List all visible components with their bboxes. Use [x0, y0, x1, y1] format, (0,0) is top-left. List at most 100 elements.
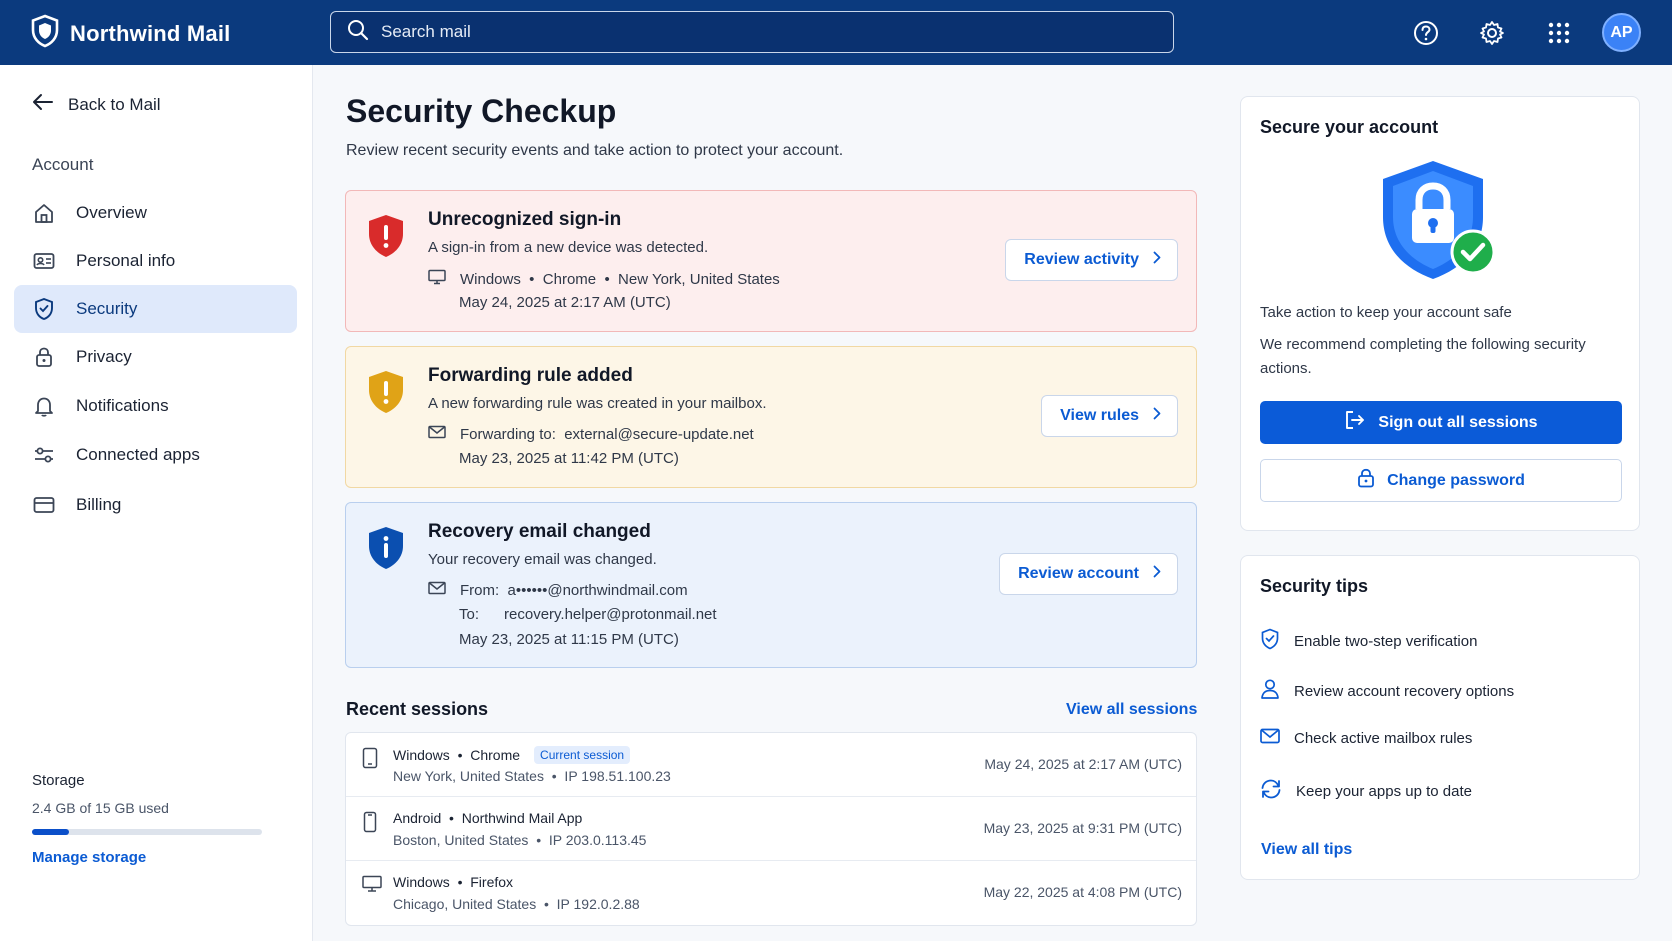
storage-progress-bar — [32, 829, 262, 835]
sidebar-item-personal-info[interactable]: Personal info — [14, 237, 297, 285]
event-detail-text: Windows • Chrome • New York, United Stat… — [460, 270, 780, 288]
button-label: Change password — [1387, 471, 1525, 489]
tip-label: Enable two-step verification — [1294, 632, 1478, 650]
session-location: Boston, United States • IP 203.0.113.45 — [393, 832, 647, 848]
sidebar-item-overview[interactable]: Overview — [14, 189, 297, 237]
storage-title: Storage — [32, 772, 85, 789]
event-from-text: From: a••••••@northwindmail.com — [460, 581, 688, 599]
tip-mailbox-rules[interactable]: Check active mailbox rules — [1260, 728, 1472, 748]
phone-icon — [362, 811, 378, 838]
event-detail: Forwarding to: external@secure-update.ne… — [428, 425, 754, 443]
sign-out-icon — [1344, 410, 1366, 435]
tip-recovery-options[interactable]: Review account recovery options — [1260, 678, 1514, 704]
chevron-right-icon — [1153, 565, 1161, 583]
sign-out-all-sessions-button[interactable]: Sign out all sessions — [1260, 401, 1622, 444]
id-card-icon — [32, 249, 56, 273]
session-location: Chicago, United States • IP 192.0.2.88 — [393, 896, 640, 912]
review-activity-button[interactable]: Review activity — [1005, 239, 1178, 281]
search-bar[interactable] — [330, 11, 1174, 53]
session-row[interactable]: Android • Northwind Mail App Boston, Uni… — [346, 797, 1196, 861]
page-title: Security Checkup — [346, 93, 617, 129]
session-device-text: Windows • Firefox — [393, 874, 514, 890]
sidebar-item-billing[interactable]: Billing — [14, 481, 297, 529]
session-time: May 22, 2025 at 4:08 PM (UTC) — [983, 884, 1182, 900]
monitor-icon — [428, 269, 446, 289]
session-row[interactable]: Windows • Chrome Current session New Yor… — [346, 733, 1196, 797]
sidebar: Back to Mail Account Overview Personal i… — [0, 65, 313, 941]
tip-apps-up-to-date[interactable]: Keep your apps up to date — [1260, 778, 1472, 804]
tip-two-step[interactable]: Enable two-step verification — [1260, 628, 1477, 654]
session-time: May 23, 2025 at 9:31 PM (UTC) — [983, 820, 1182, 836]
event-time-line: May 23, 2025 at 11:15 PM (UTC) — [428, 631, 679, 648]
event-description: Your recovery email was changed. — [428, 551, 657, 568]
sidebar-item-connected-apps[interactable]: Connected apps — [14, 431, 297, 479]
event-time-line: May 24, 2025 at 2:17 AM (UTC) — [428, 294, 671, 311]
tip-label: Check active mailbox rules — [1294, 729, 1473, 747]
button-label: Review activity — [1024, 251, 1139, 268]
mail-icon — [428, 425, 446, 443]
alert-shield-icon — [366, 213, 406, 264]
button-label: View rules — [1060, 407, 1139, 424]
view-all-sessions-link[interactable]: View all sessions — [1066, 701, 1197, 719]
session-device: Windows • Firefox — [393, 874, 513, 890]
search-input[interactable] — [381, 22, 1141, 42]
storage-used-text: 2.4 GB of 15 GB used — [32, 800, 169, 816]
tip-label: Keep your apps up to date — [1296, 782, 1472, 800]
refresh-icon — [1260, 778, 1282, 804]
event-card-forwarding-rule: Forwarding rule added A new forwarding r… — [345, 346, 1197, 488]
change-password-button[interactable]: Change password — [1260, 459, 1622, 502]
event-from-line: From: a••••••@northwindmail.com — [428, 581, 688, 599]
view-all-tips-link[interactable]: View all tips — [1261, 841, 1352, 859]
bell-icon — [32, 394, 56, 418]
mail-icon — [428, 581, 446, 599]
avatar[interactable]: AP — [1602, 13, 1641, 52]
event-time: May 23, 2025 at 11:42 PM (UTC) — [459, 450, 679, 467]
storage-progress-fill — [32, 829, 69, 835]
sidebar-item-security[interactable]: Security — [14, 285, 297, 333]
card-title: Security tips — [1260, 576, 1369, 596]
view-rules-button[interactable]: View rules — [1041, 395, 1178, 437]
secure-text-1: Take action to keep your account safe — [1260, 304, 1512, 321]
session-device: Android • Northwind Mail App — [393, 810, 582, 826]
event-to-text: To: recovery.helper@protonmail.net — [459, 606, 717, 623]
sidebar-section-label: Account — [32, 155, 94, 174]
shield-logo-icon — [30, 14, 60, 53]
event-title: Unrecognized sign-in — [428, 209, 622, 230]
tip-label: Review account recovery options — [1294, 682, 1515, 700]
event-time: May 24, 2025 at 2:17 AM (UTC) — [459, 294, 671, 311]
arrow-left-icon — [32, 93, 54, 116]
event-time-line: May 23, 2025 at 11:42 PM (UTC) — [428, 450, 679, 467]
sidebar-item-privacy[interactable]: Privacy — [14, 333, 297, 381]
shield-check-icon — [1260, 628, 1280, 654]
back-label: Back to Mail — [68, 94, 161, 114]
event-description: A new forwarding rule was created in you… — [428, 395, 767, 412]
security-tips-card: Security tips Enable two-step verificati… — [1240, 555, 1640, 880]
mail-icon — [1260, 728, 1280, 748]
sidebar-item-label: Billing — [76, 495, 122, 514]
back-to-mail-link[interactable]: Back to Mail — [32, 93, 161, 116]
secure-text-2: We recommend completing the following se… — [1260, 336, 1586, 377]
top-bar: Northwind Mail AP — [0, 0, 1672, 65]
shield-lock-check-icon — [1381, 159, 1505, 290]
home-icon — [32, 201, 56, 225]
brand[interactable]: Northwind Mail — [30, 14, 230, 53]
chevron-right-icon — [1153, 407, 1161, 425]
recent-sessions-title: Recent sessions — [346, 699, 489, 719]
event-time: May 23, 2025 at 11:15 PM (UTC) — [459, 631, 679, 648]
session-row[interactable]: Windows • Firefox Chicago, United States… — [346, 861, 1196, 925]
session-device-text: Windows • Chrome — [393, 747, 521, 763]
event-detail: Windows • Chrome • New York, United Stat… — [428, 269, 780, 289]
gear-icon[interactable] — [1477, 18, 1507, 48]
event-detail-text: Forwarding to: external@secure-update.ne… — [460, 425, 754, 443]
session-device: Windows • Chrome Current session — [393, 746, 631, 764]
help-icon[interactable] — [1411, 18, 1441, 48]
review-account-button[interactable]: Review account — [999, 553, 1178, 595]
session-time: May 24, 2025 at 2:17 AM (UTC) — [984, 756, 1182, 772]
sidebar-item-notifications[interactable]: Notifications — [14, 382, 297, 430]
shield-icon — [32, 297, 56, 321]
manage-storage-link[interactable]: Manage storage — [32, 849, 146, 866]
session-location: New York, United States • IP 198.51.100.… — [393, 768, 671, 784]
chevron-right-icon — [1153, 251, 1161, 269]
apps-grid-icon[interactable] — [1544, 18, 1574, 48]
page-subtitle: Review recent security events and take a… — [346, 142, 844, 159]
